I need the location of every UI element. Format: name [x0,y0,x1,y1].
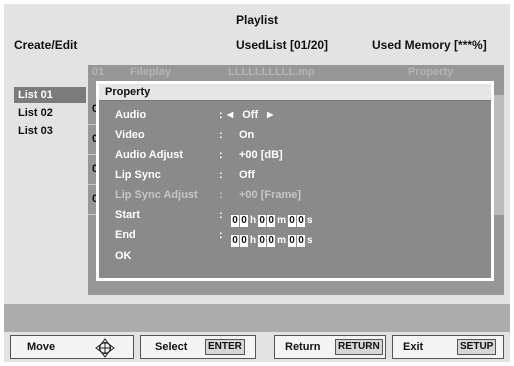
return-key: RETURN [335,339,383,355]
end-timecode[interactable]: 00h00m00s [231,230,315,248]
end-label[interactable]: End [115,229,136,241]
sidebar-item-list-01[interactable]: List 01 [14,87,86,103]
start-timecode[interactable]: 00h00m00s [231,210,315,228]
unit: h [250,235,257,246]
exit-label: Exit [403,341,424,353]
unit: m [277,235,287,246]
digit[interactable]: 0 [288,235,297,247]
digit[interactable]: 0 [297,235,306,247]
table-header: 01 Fileplay LLLLLLLLLL.mp Property [88,65,504,79]
table-header-number: 01 [92,66,105,78]
dialog-title: Property [99,84,491,101]
info-bar [4,304,510,332]
colon: : [219,169,223,181]
page-title: Playlist [235,13,279,27]
arrow-left-icon[interactable]: ◀ [227,110,233,119]
start-label[interactable]: Start [115,209,140,221]
move-label: Move [27,341,56,353]
enter-key: ENTER [205,339,245,355]
audio-label[interactable]: Audio [115,109,146,121]
audio-adjust-value: +00 [dB] [239,149,283,161]
move-button[interactable]: Move [10,335,134,359]
digit[interactable]: 0 [231,215,239,227]
digit[interactable]: 0 [267,235,276,247]
digit[interactable]: 0 [240,215,248,227]
table-header-file: LLLLLLLLLL.mp [228,66,315,78]
colon: : [219,209,223,221]
playlist-screen: Playlist Create/Edit UsedList [01/20] Us… [4,4,510,362]
digit[interactable]: 0 [297,215,306,227]
setup-key: SETUP [457,339,497,355]
exit-button[interactable]: Exit SETUP [392,335,504,359]
arrow-right-icon[interactable]: ▶ [267,110,273,119]
unit: s [307,215,313,226]
unit: s [307,235,313,246]
audio-adjust-label[interactable]: Audio Adjust [115,149,183,161]
used-memory-indicator: Used Memory [***%] [372,38,487,52]
property-dialog: Property Audio : ◀ Off ▶ Video : On Audi… [96,81,494,281]
table-header-property: Property [408,66,454,78]
lip-sync-adjust-label: Lip Sync Adjust [115,189,198,201]
ok-button[interactable]: OK [115,250,132,262]
digit[interactable]: 0 [267,215,276,227]
select-label: Select [155,341,188,353]
cross-arrows-icon [95,338,115,358]
video-value: On [239,129,255,141]
sidebar-item-list-03[interactable]: List 03 [14,123,86,139]
lip-sync-adjust-value: +00 [Frame] [239,189,302,201]
lip-sync-value: Off [239,169,255,181]
colon: : [219,129,223,141]
colon: : [219,149,223,161]
sidebar-item-list-02[interactable]: List 02 [14,105,86,121]
digit[interactable]: 0 [288,215,297,227]
unit: m [277,215,287,226]
return-button[interactable]: Return RETURN [274,335,386,359]
colon: : [219,229,223,241]
colon: : [219,109,223,121]
colon: : [219,189,223,201]
unit: h [250,215,257,226]
video-label[interactable]: Video [115,129,145,141]
return-label: Return [285,341,321,353]
used-list-counter: UsedList [01/20] [236,38,329,52]
lip-sync-label[interactable]: Lip Sync [115,169,161,181]
create-edit-label: Create/Edit [14,38,78,52]
table-header-name: Fileplay [130,66,171,78]
audio-value: Off [242,109,259,121]
digit[interactable]: 0 [258,235,267,247]
digit[interactable]: 0 [240,235,248,247]
audio-value-selector[interactable]: ◀ Off ▶ [227,109,273,121]
digit[interactable]: 0 [258,215,267,227]
select-button[interactable]: Select ENTER [140,335,256,359]
digit[interactable]: 0 [231,235,239,247]
